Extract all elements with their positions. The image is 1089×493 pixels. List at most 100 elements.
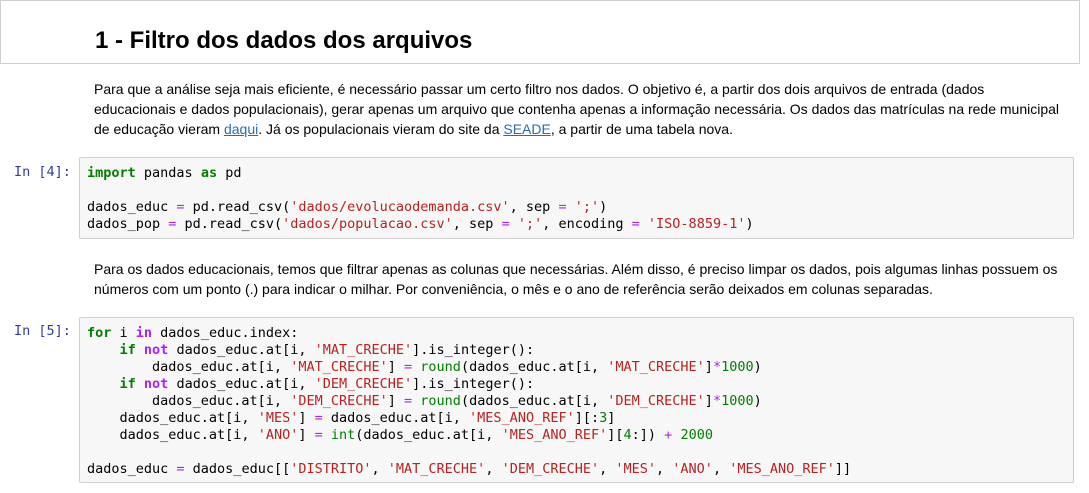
code-cell-4[interactable]: import pandas as pd​dados_educ = pd.read… — [79, 157, 1074, 239]
seade-link[interactable]: SEADE — [503, 121, 550, 137]
code-token: 'DEM_CRECHE' — [501, 461, 600, 477]
code-token: ] — [704, 359, 713, 375]
code-token: 1000 — [721, 393, 754, 409]
code-line: dados_pop = pd.read_csv('dados/populacao… — [87, 216, 754, 233]
code-line: if not dados_educ.at[i, 'MAT_CRECHE'].is… — [87, 342, 851, 359]
code-line: if not dados_educ.at[i, 'DEM_CRECHE'].is… — [87, 376, 851, 393]
code-token: 'ISO-8859-1' — [647, 216, 746, 232]
markdown-cell-intro[interactable]: Para que a análise seja mais eficiente, … — [94, 79, 1064, 139]
code-token: 'DEM_CRECHE' — [314, 376, 413, 392]
code-token: 'MES' — [615, 461, 657, 477]
code-token: 1000 — [721, 359, 754, 375]
code-token: ].is_integer(): — [412, 376, 535, 392]
code-cell-5[interactable]: for i in dados_educ.index: if not dados_… — [79, 317, 1074, 483]
code-token: dados_educ.at[i, — [87, 427, 258, 443]
intro-text-c: , a partir de uma tabela nova. — [550, 121, 733, 137]
code-token: = — [404, 359, 413, 375]
code-token: ) — [745, 216, 754, 232]
code-token: pd.read_csv( — [184, 199, 291, 215]
code-token: , encoding — [542, 216, 632, 232]
code-token: 'MES_ANO_REF' — [501, 427, 608, 443]
code-token: dados_educ.at[i, — [168, 342, 315, 358]
code-line: dados_educ = dados_educ[['DISTRITO', 'MA… — [87, 461, 851, 478]
code-token: pd — [217, 165, 242, 181]
filter-text: Para os dados educacionais, temos que fi… — [94, 261, 1058, 297]
code-line: ​ — [87, 182, 754, 199]
input-prompt-4: In [4]: — [14, 164, 71, 180]
code-token: ';' — [517, 216, 543, 232]
code-token: dados_educ[[ — [184, 461, 291, 477]
code-token: 'DEM_CRECHE' — [607, 393, 705, 409]
section-heading: 1 - Filtro dos dados dos arquivos — [95, 27, 473, 54]
code-token: = — [176, 461, 185, 477]
code-token: pandas — [135, 165, 201, 181]
code-token: 'MAT_CRECHE' — [314, 342, 413, 358]
code-token: ';' — [574, 199, 600, 215]
intro-text-b: . Já os populacionais vieram do site da — [258, 121, 504, 137]
code-token: (dados_educ.at[i, — [355, 427, 502, 443]
code-token: , — [485, 461, 502, 477]
code-token: dados_educ.at[i, — [87, 410, 258, 426]
code-token: ] — [298, 427, 315, 443]
code-line: ​ — [87, 444, 851, 461]
code-line: dados_educ.at[i, 'MES'] = dados_educ.at[… — [87, 410, 851, 427]
code-token: , — [371, 461, 388, 477]
code-editor[interactable]: import pandas as pd​dados_educ = pd.read… — [87, 165, 754, 233]
code-line: dados_educ.at[i, 'MAT_CRECHE'] = round(d… — [87, 359, 851, 376]
input-prompt-5: In [5]: — [14, 323, 71, 339]
code-token: ][ — [607, 427, 624, 443]
code-token: = — [404, 393, 413, 409]
code-token: dados_educ.index: — [152, 325, 299, 341]
code-token: dados_educ.at[i, — [87, 359, 291, 375]
code-token: for — [87, 325, 112, 341]
heading-cell[interactable]: 1 - Filtro dos dados dos arquivos — [0, 0, 1080, 64]
code-token: = — [314, 427, 323, 443]
code-token: round — [420, 359, 461, 375]
code-line: for i in dados_educ.index: — [87, 325, 851, 342]
code-token: , — [712, 461, 730, 477]
code-token: dados_educ.at[i, — [322, 410, 470, 426]
code-token: ) — [753, 393, 762, 409]
code-token: , — [656, 461, 673, 477]
code-token: ]] — [834, 461, 852, 477]
code-token: 'ANO' — [672, 461, 713, 477]
code-editor[interactable]: for i in dados_educ.index: if not dados_… — [87, 325, 851, 478]
code-token: 'dados/populacao.csv' — [282, 216, 453, 232]
daqui-link[interactable]: daqui — [224, 121, 258, 137]
code-token: , sep — [509, 199, 559, 215]
code-token: 'MES' — [257, 410, 299, 426]
code-token: (dados_educ.at[i, — [460, 393, 608, 409]
code-token: pd.read_csv( — [176, 216, 283, 232]
code-line: dados_educ.at[i, 'ANO'] = int(dados_educ… — [87, 427, 851, 444]
code-token: , sep — [452, 216, 502, 232]
code-token: :]) — [631, 427, 665, 443]
markdown-cell-filter[interactable]: Para os dados educacionais, temos que fi… — [94, 259, 1064, 299]
code-token: not — [143, 376, 169, 392]
code-token: ] — [704, 393, 713, 409]
code-token: 'MES_ANO_REF' — [469, 410, 575, 426]
code-token: 4 — [623, 427, 632, 443]
code-token: 'DISTRITO' — [290, 461, 372, 477]
code-token: dados_pop — [87, 216, 169, 232]
code-token: = — [631, 216, 640, 232]
code-token: ] — [387, 359, 405, 375]
code-token: , — [599, 461, 616, 477]
code-token: dados_educ.at[i, — [168, 376, 315, 392]
code-token: int — [330, 427, 356, 443]
code-token: 'MAT_CRECHE' — [387, 461, 486, 477]
code-token: = — [176, 199, 185, 215]
code-token: dados_educ.at[i, — [87, 393, 291, 409]
code-token: round — [420, 393, 461, 409]
code-token: * — [712, 393, 722, 409]
code-token: ] — [607, 410, 616, 426]
code-token: in — [135, 325, 153, 341]
code-token: if — [119, 342, 136, 358]
code-token: ] — [387, 393, 405, 409]
code-token: (dados_educ.at[i, — [460, 359, 608, 375]
